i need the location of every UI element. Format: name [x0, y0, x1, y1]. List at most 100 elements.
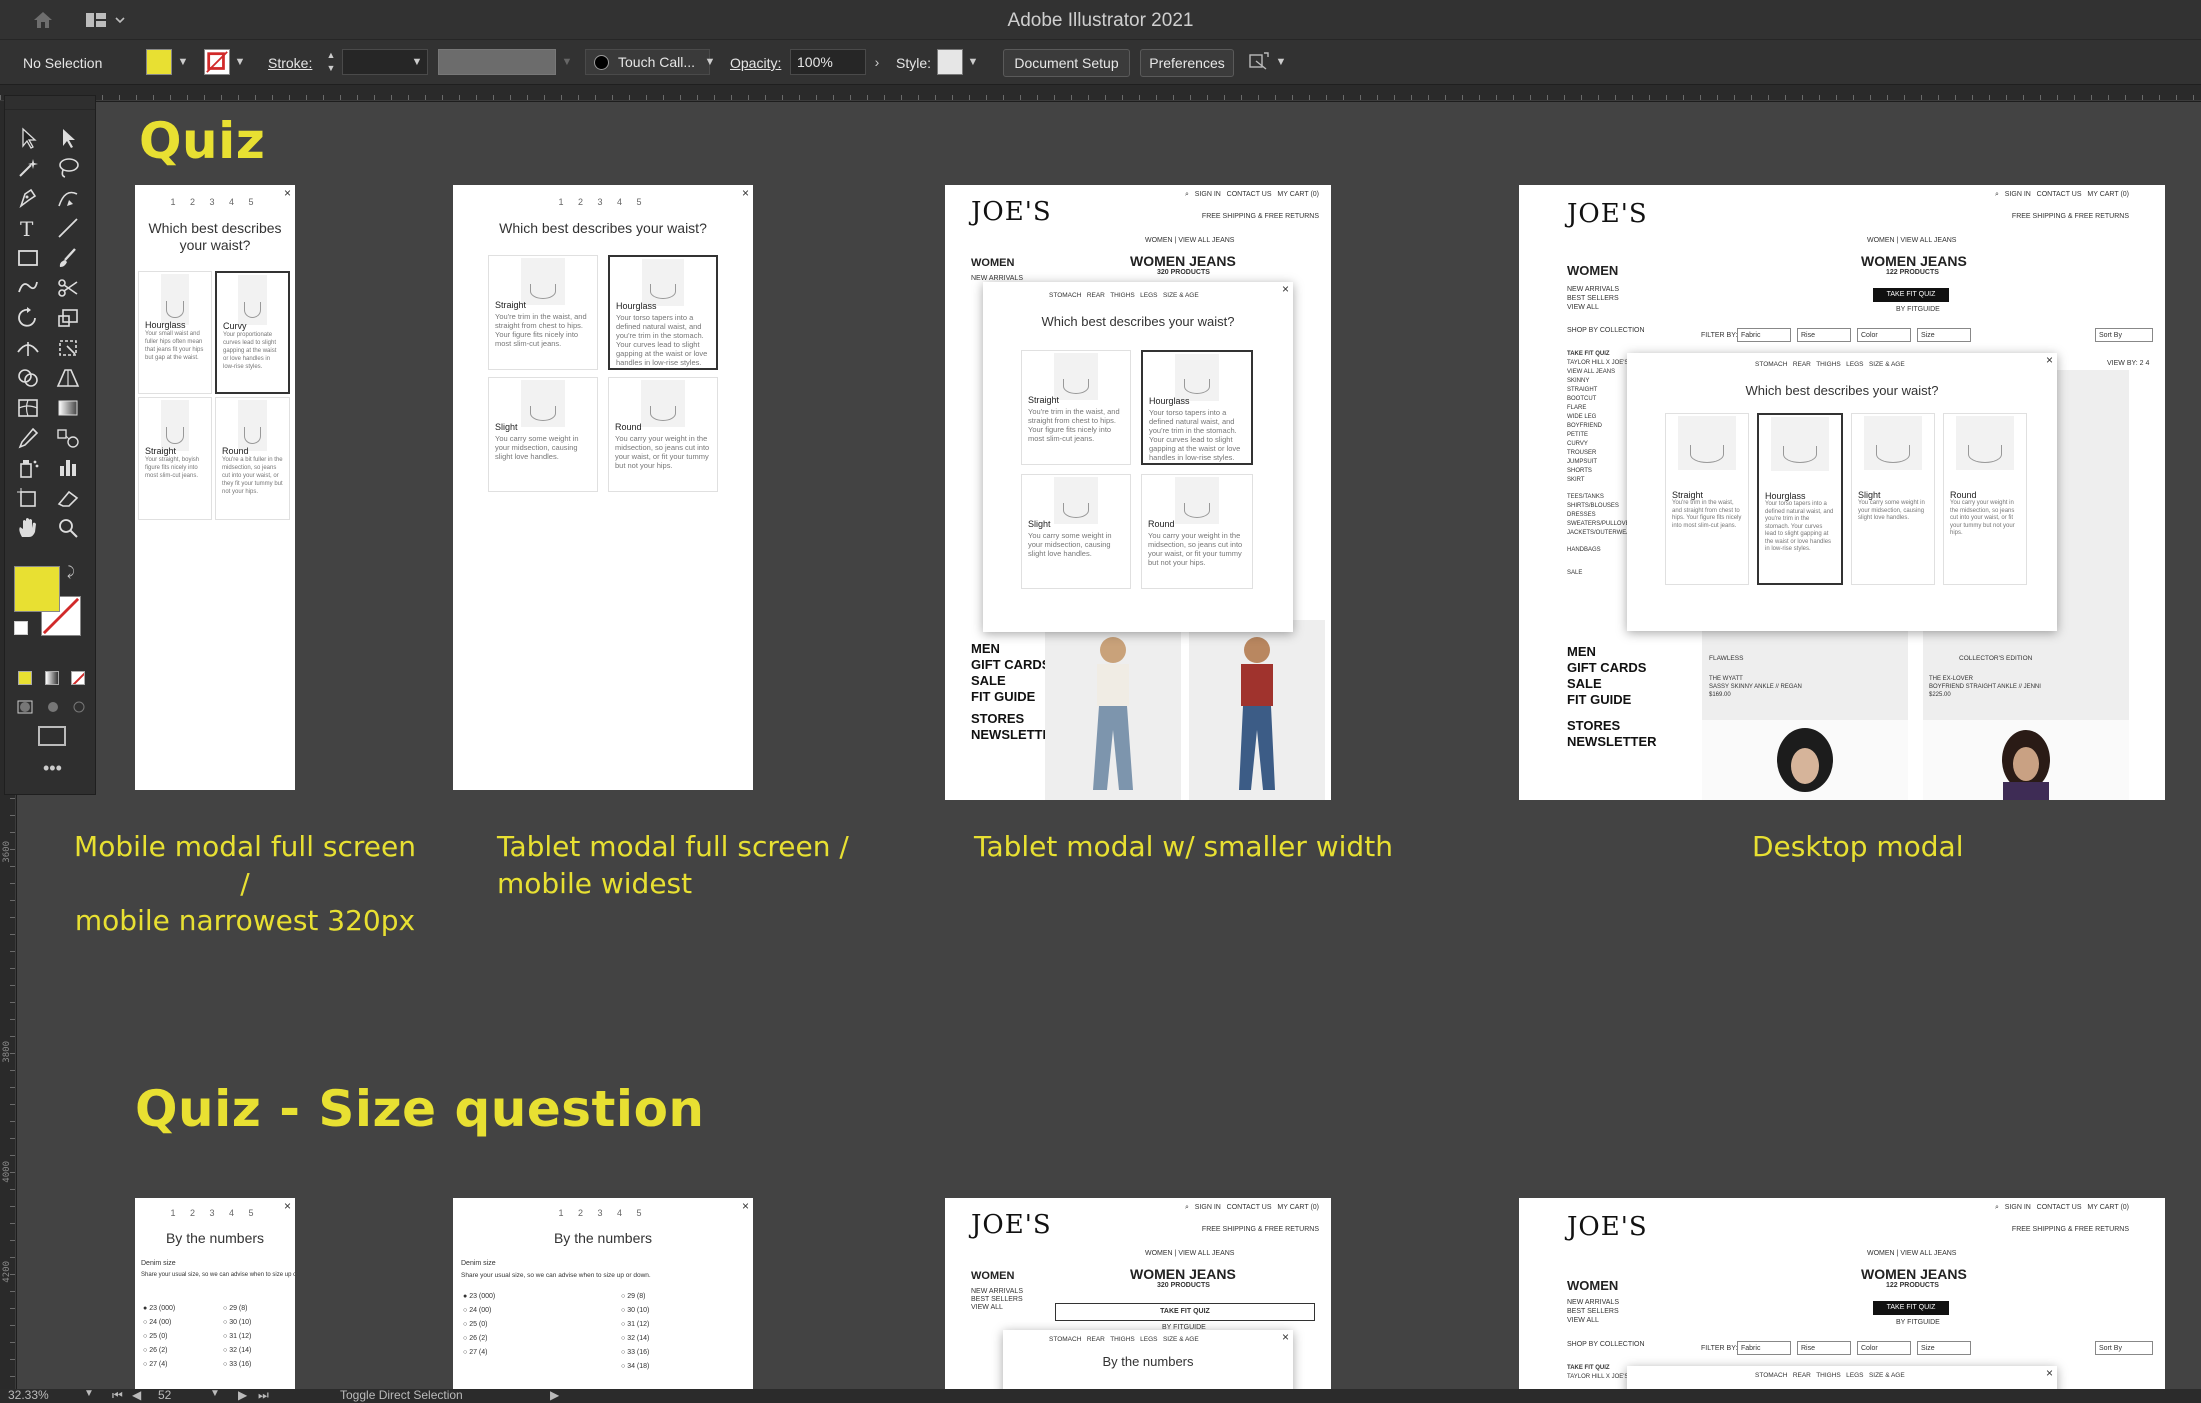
search-icon[interactable]: ⌕: [1995, 191, 1999, 198]
style-swatch[interactable]: [937, 49, 963, 75]
sign-in-link[interactable]: SIGN IN: [1195, 1204, 1221, 1211]
brush-definition-field[interactable]: Touch Call...: [585, 49, 710, 75]
nav-link[interactable]: TAYLOR HILL X JOE'S: [1567, 1373, 1628, 1382]
width-tool-icon[interactable]: [15, 336, 45, 364]
filter-select[interactable]: Color: [1857, 328, 1911, 342]
quiz-tab[interactable]: LEGS: [1140, 292, 1157, 299]
stroke-weight-dropdown-icon[interactable]: ▼: [410, 49, 424, 75]
color-mode-icon[interactable]: [18, 671, 32, 685]
cart-link[interactable]: MY CART (0): [1277, 1204, 1319, 1211]
quiz-tab[interactable]: REAR: [1087, 292, 1105, 299]
product-photo[interactable]: [1702, 720, 1908, 800]
gradient-tool-icon[interactable]: [55, 396, 85, 424]
quiz-tab[interactable]: STOMACH: [1049, 292, 1081, 299]
draw-behind-icon[interactable]: [45, 700, 61, 714]
quiz-tab[interactable]: THIGHS: [1110, 1336, 1135, 1343]
nav-link[interactable]: VIEW ALL: [1567, 1316, 1619, 1325]
option-card[interactable]: Round You carry your weight in the midse…: [1141, 474, 1253, 589]
option-card[interactable]: Round You carry your weight in the midse…: [608, 377, 718, 492]
close-icon[interactable]: ×: [2046, 1366, 2053, 1380]
breadcrumb[interactable]: WOMEN | VIEW ALL JEANS: [1867, 1250, 1956, 1257]
eyedropper-tool-icon[interactable]: [15, 426, 45, 454]
nav-link[interactable]: MEN: [1567, 644, 1657, 660]
quiz-tab[interactable]: STOMACH: [1049, 1336, 1081, 1343]
size-option[interactable]: ○ 29 (8): [223, 1302, 251, 1316]
opacity-label[interactable]: Opacity:: [730, 55, 781, 71]
size-option[interactable]: ○ 25 (0): [143, 1330, 175, 1344]
size-option[interactable]: ○ 34 (18): [621, 1360, 649, 1374]
last-artboard-icon[interactable]: ⏭: [258, 1388, 269, 1403]
close-icon[interactable]: ×: [1282, 282, 1289, 296]
contact-link[interactable]: CONTACT US: [1227, 1204, 1272, 1211]
sign-in-link[interactable]: SIGN IN: [2005, 191, 2031, 198]
shape-builder-tool-icon[interactable]: [15, 366, 45, 394]
artboard-size-tablet-modal[interactable]: JOE'S ⌕ SIGN IN CONTACT US MY CART (0) F…: [945, 1198, 1331, 1398]
breadcrumb[interactable]: WOMEN | VIEW ALL JEANS: [1867, 237, 1956, 244]
none-mode-icon[interactable]: [71, 671, 85, 685]
nav-link[interactable]: BEST SELLERS: [1567, 294, 1619, 303]
quiz-tab[interactable]: THIGHS: [1110, 292, 1135, 299]
symbol-sprayer-tool-icon[interactable]: [15, 456, 45, 484]
default-colors-icon[interactable]: [14, 621, 28, 635]
previous-artboard-icon[interactable]: ◀: [132, 1388, 141, 1402]
quiz-tab[interactable]: REAR: [1793, 361, 1811, 368]
arrange-documents-icon[interactable]: [1246, 49, 1272, 75]
option-card-selected[interactable]: Hourglass Your torso tapers into a defin…: [1757, 413, 1843, 585]
quiz-tab[interactable]: SIZE & AGE: [1163, 292, 1199, 299]
quiz-tab[interactable]: THIGHS: [1816, 361, 1841, 368]
type-tool-icon[interactable]: T: [15, 216, 45, 244]
draw-inside-icon[interactable]: [71, 700, 87, 714]
option-card[interactable]: Straight You're trim in the waist, and s…: [1665, 413, 1749, 585]
option-card[interactable]: Hourglass Your small waist and fuller hi…: [138, 271, 212, 394]
product-info[interactable]: THE WYATT SASSY SKINNY ANKLE // REGAN $1…: [1709, 675, 1802, 699]
filter-select[interactable]: Color: [1857, 1341, 1911, 1355]
nav-link[interactable]: NEWSLETTER: [1567, 734, 1657, 750]
nav-link[interactable]: FIT GUIDE: [1567, 692, 1657, 708]
option-card[interactable]: Straight You're trim in the waist, and s…: [1021, 350, 1131, 465]
blend-tool-icon[interactable]: [55, 426, 85, 454]
quiz-tab[interactable]: STOMACH: [1755, 361, 1787, 368]
size-option[interactable]: ○ 32 (14): [223, 1344, 251, 1358]
nav-link[interactable]: NEW ARRIVALS: [1567, 1298, 1619, 1307]
shaper-tool-icon[interactable]: [15, 276, 45, 304]
eraser-tool-icon[interactable]: [55, 486, 85, 514]
quiz-tab[interactable]: LEGS: [1140, 1336, 1157, 1343]
product-photo[interactable]: [1189, 620, 1325, 800]
stroke-stepper-icon[interactable]: ▲ ▼: [324, 49, 338, 75]
size-option[interactable]: ○ 31 (12): [621, 1318, 649, 1332]
artboard-tool-icon[interactable]: [15, 486, 45, 514]
take-fit-quiz-button[interactable]: TAKE FIT QUIZ: [1873, 1301, 1949, 1315]
zoom-tool-icon[interactable]: [55, 516, 85, 544]
size-option[interactable]: ○ 24 (00): [463, 1304, 495, 1318]
size-option[interactable]: ○ 33 (16): [621, 1346, 649, 1360]
breadcrumb[interactable]: WOMEN | VIEW ALL JEANS: [1145, 237, 1234, 244]
option-card[interactable]: Slight You carry some weight in your mid…: [1851, 413, 1935, 585]
nav-link[interactable]: STORES: [1567, 718, 1657, 734]
first-artboard-icon[interactable]: ⏮: [112, 1388, 123, 1403]
sort-select[interactable]: Sort By: [2095, 1341, 2153, 1355]
sign-in-link[interactable]: SIGN IN: [1195, 191, 1221, 198]
size-option[interactable]: ○ 26 (2): [143, 1344, 175, 1358]
rotate-tool-icon[interactable]: [15, 306, 45, 334]
artboard-tablet-full[interactable]: × 1 2 3 4 5 Which best describes your wa…: [453, 185, 753, 790]
horizontal-ruler[interactable]: [0, 85, 2201, 101]
close-icon[interactable]: ×: [2046, 353, 2053, 367]
size-option[interactable]: ○ 25 (0): [463, 1318, 495, 1332]
product-photo[interactable]: [1923, 720, 2129, 800]
opacity-field[interactable]: 100%: [790, 49, 866, 75]
fill-dropdown-icon[interactable]: ▼: [176, 49, 190, 75]
perspective-grid-tool-icon[interactable]: [55, 366, 85, 394]
nav-link[interactable]: GIFT CARDS: [1567, 660, 1657, 676]
stroke-label[interactable]: Stroke:: [268, 55, 312, 71]
opacity-arrow-icon[interactable]: ›: [870, 49, 884, 75]
hand-tool-icon[interactable]: [15, 516, 45, 544]
product-photo[interactable]: [1045, 620, 1181, 800]
free-transform-tool-icon[interactable]: [55, 336, 85, 364]
scissors-tool-icon[interactable]: [55, 276, 85, 304]
size-option[interactable]: ○ 30 (10): [621, 1304, 649, 1318]
cart-link[interactable]: MY CART (0): [2087, 1204, 2129, 1211]
artboard-size-mobile[interactable]: × 1 2 3 4 5 By the numbers Denim size Sh…: [135, 1198, 295, 1398]
magic-wand-tool-icon[interactable]: [15, 156, 45, 184]
profile-dropdown-icon[interactable]: ▼: [560, 49, 574, 75]
line-tool-icon[interactable]: [55, 216, 85, 244]
